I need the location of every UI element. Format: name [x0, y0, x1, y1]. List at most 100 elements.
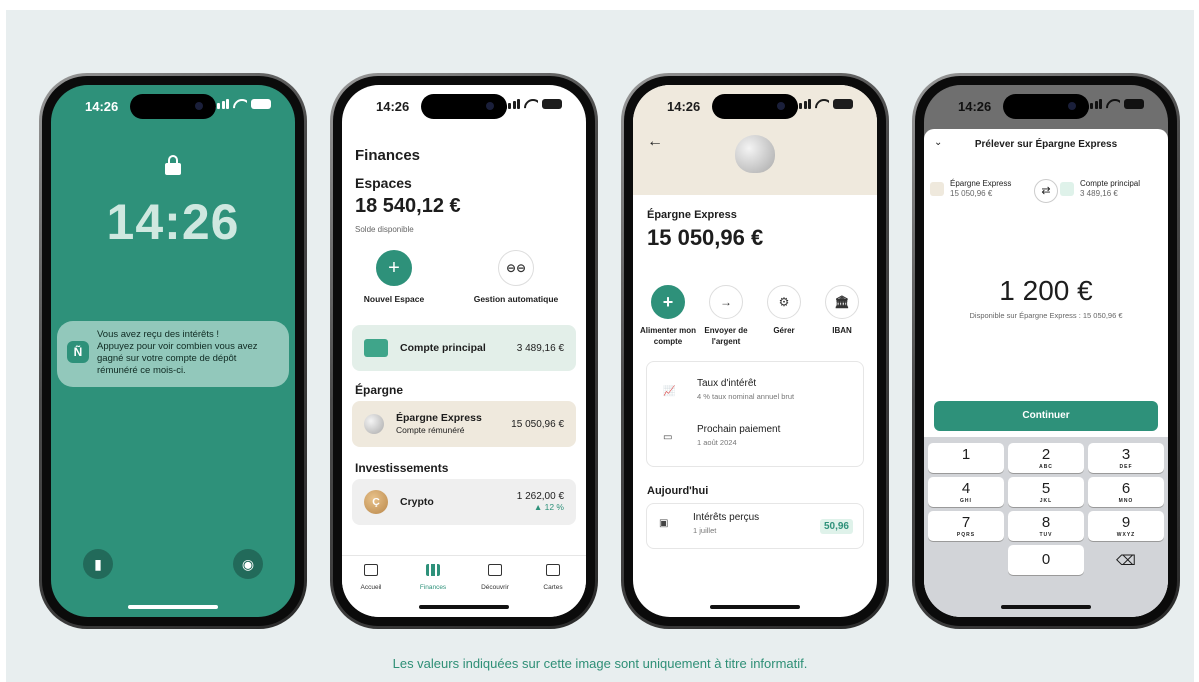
battery-icon [1124, 99, 1144, 109]
savings-info-box: 📈 Taux d'intérêt 4 % taux nominal annuel… [646, 361, 864, 467]
notification-body: Appuyez pour voir combien vous avez gagn… [97, 341, 258, 376]
link-icon: ⊖⊖ [498, 250, 534, 286]
back-arrow-icon[interactable]: ← [647, 133, 663, 151]
disclaimer-text: Les valeurs indiquées sur cette image so… [392, 656, 808, 671]
crypto-coin-icon: Ç [364, 490, 388, 514]
arrow-right-icon: → [709, 285, 743, 319]
home-indicator [1001, 605, 1091, 609]
total-balance: 18 540,12 € [355, 195, 461, 217]
continue-button[interactable]: Continuer [934, 401, 1158, 431]
canvas: 14:26 14:26 Ñ Vous avez reçu des intérêt… [6, 10, 1194, 682]
lock-clock: 14:26 [106, 194, 240, 250]
balance-note: Solde disponible [355, 225, 414, 234]
today-heading: Aujourd'hui [647, 485, 709, 497]
key-8[interactable]: 8 TUV [1008, 511, 1084, 541]
wallet-icon [364, 339, 388, 357]
payment-icon: ▭ [663, 432, 673, 443]
modal-title: Prélever sur Épargne Express [974, 139, 1118, 150]
plus-icon: + [651, 285, 685, 319]
to-account[interactable]: Compte principal 3 489,16 € [1060, 179, 1140, 199]
card-icon [546, 564, 560, 576]
from-account[interactable]: Épargne Express 15 050,96 € [930, 179, 1011, 199]
interest-rate-row[interactable]: 📈 Taux d'intérêt 4 % taux nominal annuel… [663, 378, 853, 408]
piggy-bank-icon [364, 414, 384, 434]
dynamic-island [421, 94, 507, 119]
savings-balance: 15 050,96 € [647, 225, 764, 250]
next-payment-row[interactable]: ▭ Prochain paiement 1 août 2024 [663, 424, 853, 454]
tab-finances[interactable]: Finances [408, 564, 458, 591]
key-6[interactable]: 6 MNO [1088, 477, 1164, 507]
wallet-icon [1060, 182, 1074, 196]
phone-finances: 14:26 Finances Espaces 18 540,12 € Solde… [330, 73, 598, 629]
tab-discover[interactable]: Découvrir [470, 564, 520, 591]
key-7[interactable]: 7 PQRS [928, 511, 1004, 541]
delete-icon[interactable]: ⌫ [1088, 545, 1164, 575]
rate-sub: 4 % taux nominal annuel brut [697, 392, 795, 401]
amount-display: 1 200 € [999, 275, 1093, 306]
settings-icon: ⚙ [767, 285, 801, 319]
key-0[interactable]: 0 [1008, 545, 1084, 575]
notification-title: Vous avez reçu des intérêts ! [97, 329, 219, 340]
dynamic-island [712, 94, 798, 119]
interest-notification[interactable]: Ñ Vous avez reçu des intérêts ! Appuyez … [57, 321, 289, 387]
key-2[interactable]: 2 ABC [1008, 443, 1084, 473]
battery-icon [251, 99, 271, 109]
action-label: Gestion automatique [473, 294, 559, 304]
savings-title: Épargne Express [647, 209, 737, 221]
flashlight-icon[interactable]: ▮ [83, 549, 113, 579]
fund-account-button[interactable]: + Alimenter mon compte [639, 285, 697, 347]
key-5[interactable]: 5 JKL [1008, 477, 1084, 507]
key-1[interactable]: 1 [928, 443, 1004, 473]
iban-button[interactable]: 🏛 IBAN [813, 285, 871, 336]
transaction-title: Intérêts perçus [693, 512, 760, 523]
crypto-card[interactable]: Ç Crypto 1 262,00 € ▲ 12 % [352, 479, 576, 525]
wifi-icon [233, 99, 247, 109]
crypto-value: 1 262,00 € [516, 491, 564, 502]
manage-button[interactable]: ⚙ Gérer [755, 285, 813, 336]
main-account-card[interactable]: Compte principal 3 489,16 € [352, 325, 576, 371]
account-value: 3 489,16 € [516, 342, 564, 354]
key-4[interactable]: 4 GHI [928, 477, 1004, 507]
lock-icon [165, 155, 181, 175]
camera-icon[interactable]: ◉ [233, 549, 263, 579]
tab-cards[interactable]: Cartes [528, 564, 578, 591]
key-3[interactable]: 3 DEF [1088, 443, 1164, 473]
status-time: 14:26 [376, 99, 410, 114]
bar-chart-icon [426, 564, 440, 576]
crypto-label: Crypto [400, 496, 434, 508]
new-space-button[interactable]: + Nouvel Espace [342, 250, 454, 304]
numeric-keypad: 1 2 ABC 3 DEF 4 GHI 5 JKL 6 MNO 7 PQRS 8 TUV 9W… [924, 437, 1168, 617]
wifi-icon [524, 99, 538, 109]
savings-account-card[interactable]: Épargne Express Compte rémunéré 15 050,96… [352, 401, 576, 447]
auto-management-button[interactable]: ⊖⊖ Gestion automatique [456, 250, 576, 304]
payment-sub: 1 août 2024 [697, 438, 737, 447]
home-indicator [710, 605, 800, 609]
swap-icon[interactable]: ⇄ [1034, 179, 1058, 203]
crypto-change: ▲ 12 % [533, 502, 564, 512]
account-label: Épargne Express [396, 412, 482, 424]
home-indicator [419, 605, 509, 609]
account-sub: Compte rémunéré [396, 425, 465, 435]
cards-stack-icon [488, 564, 502, 576]
piggy-bank-icon [735, 135, 775, 173]
status-time: 14:26 [85, 99, 119, 114]
bank-icon: 🏛 [825, 285, 859, 319]
transfer-modal: ⌄ Prélever sur Épargne Express Épargne E… [924, 129, 1168, 617]
battery-icon [833, 99, 853, 109]
interest-transaction[interactable]: ▣ Intérêts perçus 1 juillet 50,96 [646, 503, 864, 549]
key-9[interactable]: 9 WXYZ [1088, 511, 1164, 541]
battery-icon [542, 99, 562, 109]
transaction-date: 1 juillet [693, 526, 717, 535]
wifi-icon [1106, 99, 1120, 109]
page-title: Finances [355, 147, 421, 164]
dynamic-island [1003, 94, 1089, 119]
phone-transfer: 14:26 ⌄ Prélever sur Épargne Express Épa… [912, 73, 1180, 629]
app-icon: Ñ [67, 341, 89, 363]
trend-icon: 📈 [663, 386, 676, 397]
wifi-icon [815, 99, 829, 109]
transaction-icon: ▣ [659, 518, 669, 529]
action-label: Nouvel Espace [363, 294, 425, 304]
tab-home[interactable]: Accueil [346, 564, 396, 591]
phone-savings-detail: 14:26 ← Épargne Express 15 050,96 € + Ali… [621, 73, 889, 629]
send-money-button[interactable]: → Envoyer de l'argent [697, 285, 755, 347]
